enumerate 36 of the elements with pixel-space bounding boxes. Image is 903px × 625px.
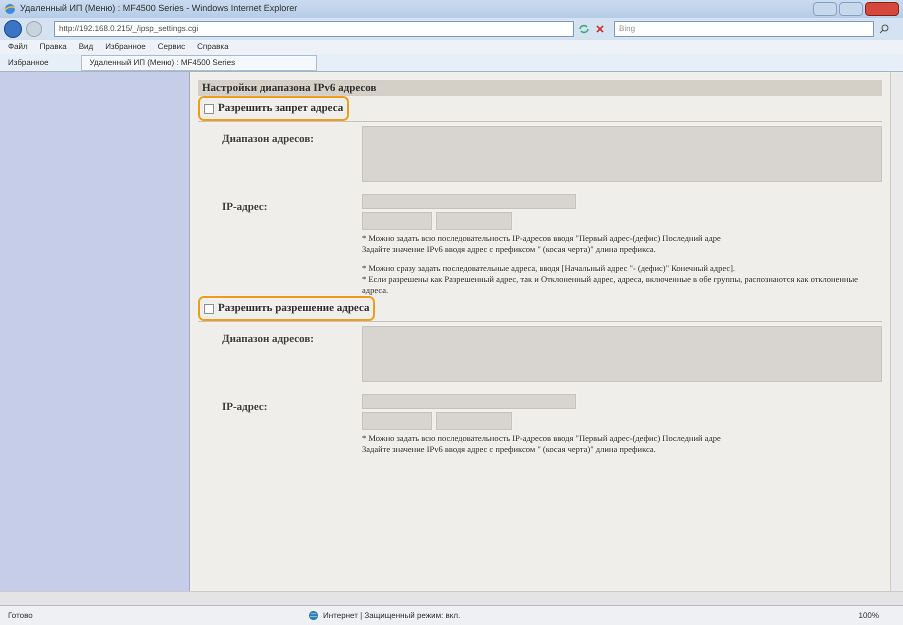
- note-text: * Если разрешены как Разрешенный адрес, так и Отклоненный адрес, адреса, включенные в обе группы, распознаются как отклоненные адреса.: [362, 274, 859, 296]
- horizontal-scrollbar[interactable]: [0, 591, 903, 605]
- browser-tab[interactable]: Удаленный ИП (Меню) : MF4500 Series: [80, 54, 317, 70]
- address-bar[interactable]: http://192.168.0.215/_/ipsp_settings.cgi: [54, 21, 574, 37]
- menu-item[interactable]: Правка: [40, 41, 67, 53]
- vertical-scrollbar[interactable]: [890, 72, 903, 591]
- note-text: Задайте значение IPv6 вводя адрес с префиксом " (косая черта)" длина префикса.: [362, 244, 657, 255]
- window-title: Удаленный ИП (Меню) : MF4500 Series - Windows Internet Explorer: [20, 2, 298, 16]
- stop-icon[interactable]: [594, 23, 606, 35]
- menu-item[interactable]: Вид: [78, 41, 94, 53]
- field-label: IP-адрес:: [222, 401, 268, 413]
- favorites-button[interactable]: Избранное: [8, 56, 49, 68]
- field-label: Диапазон адресов:: [222, 333, 314, 345]
- menu-item[interactable]: Избранное: [105, 41, 146, 53]
- note-text: * Можно сразу задать последовательные адреса, вводя [Начальный адрес "- (дефис)" Конечный адрес].: [362, 263, 736, 274]
- note-text: * Можно задать всю последовательность IP-адресов вводя "Первый адрес-(дефис) Последний адре: [362, 233, 722, 244]
- close-button[interactable]: [865, 2, 899, 16]
- menu-item[interactable]: Файл: [8, 41, 28, 53]
- section-heading: Настройки диапазона IPv6 адресов: [202, 80, 376, 96]
- search-icon[interactable]: [878, 23, 890, 35]
- minimize-button[interactable]: [813, 2, 837, 16]
- security-zone-text: Интернет | Защищенный режим: вкл.: [323, 610, 460, 622]
- status-text: Готово: [8, 610, 34, 622]
- field-label: IP-адрес:: [222, 201, 268, 213]
- note-text: Задайте значение IPv6 вводя адрес с префиксом " (косая черта)" длина префикса.: [362, 444, 657, 455]
- menu-item[interactable]: Сервис: [158, 41, 186, 53]
- back-button[interactable]: [4, 20, 22, 38]
- zoom-level[interactable]: 100%: [858, 610, 879, 622]
- refresh-icon[interactable]: [578, 23, 590, 35]
- browser-icon: [4, 3, 16, 15]
- maximize-button[interactable]: [839, 2, 863, 16]
- note-text: * Можно задать всю последовательность IP-адресов вводя "Первый адрес-(дефис) Последний адре: [362, 433, 722, 444]
- field-label: Диапазон адресов:: [222, 133, 314, 145]
- globe-icon: [308, 610, 319, 621]
- forward-button[interactable]: [26, 21, 42, 37]
- menu-item[interactable]: Справка: [197, 41, 229, 53]
